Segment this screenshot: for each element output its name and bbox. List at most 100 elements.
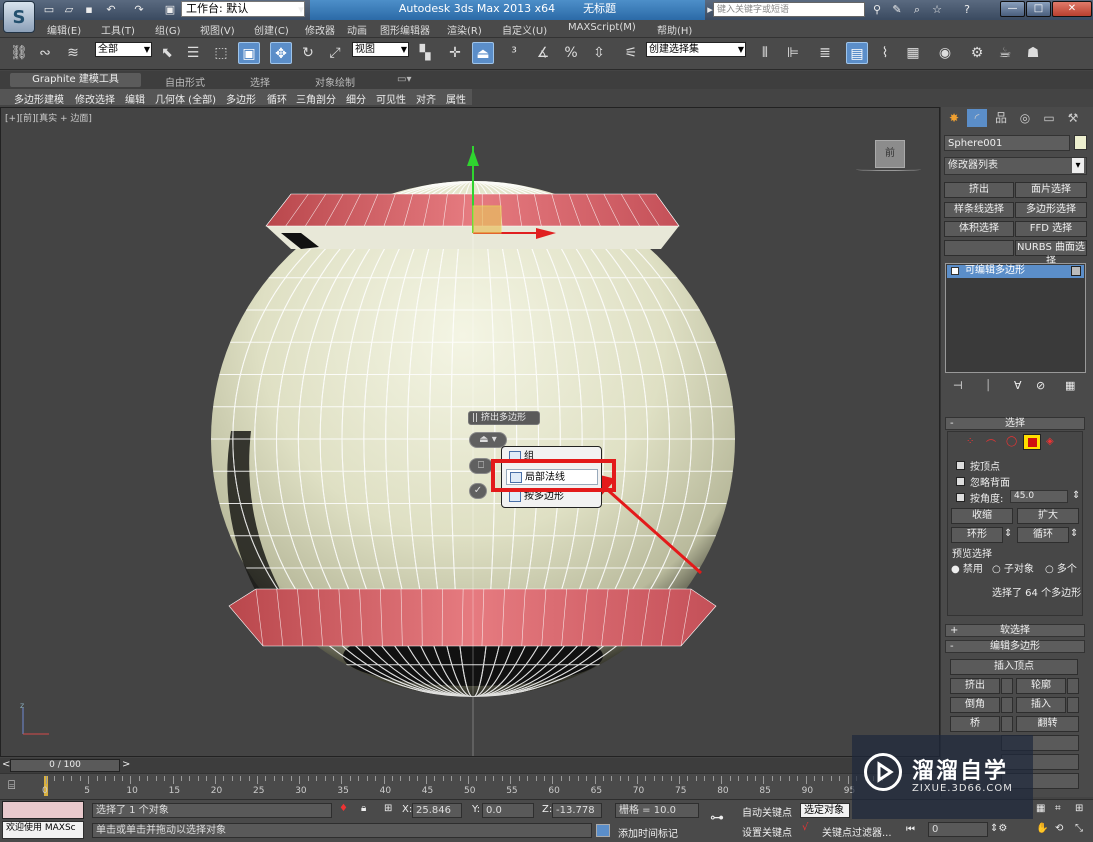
panel-polygon-modeling[interactable]: 多边形建模	[14, 91, 64, 106]
unlink-icon[interactable]: ∾	[34, 42, 56, 64]
grow-button[interactable]: 扩大	[1017, 508, 1079, 524]
extrude-settings-button[interactable]	[1001, 678, 1013, 694]
key-filters-button[interactable]: 关键点过滤器...	[822, 824, 892, 839]
time-slider[interactable]: < 0 / 100 >	[0, 758, 940, 773]
remove-modifier-icon[interactable]: ⊘	[1036, 379, 1045, 392]
rollout-edit-polygons[interactable]: - 编辑多边形	[945, 640, 1085, 653]
help-icon[interactable]: ?	[960, 3, 974, 17]
bind-spacewarp-icon[interactable]: ≋	[62, 42, 84, 64]
menu-modifiers[interactable]: 修改器	[305, 22, 335, 37]
select-object-icon[interactable]: ⬉	[156, 42, 178, 64]
insert-vertex-button[interactable]: 插入顶点	[950, 659, 1078, 675]
object-name-field[interactable]: Sphere001	[944, 135, 1070, 151]
shrink-button[interactable]: 收缩	[951, 508, 1013, 524]
pin-stack-icon[interactable]: ⊣	[953, 379, 963, 392]
workspace-select[interactable]: 工作台: 默认	[181, 1, 305, 17]
time-slider-knob[interactable]: 0 / 100	[10, 759, 120, 772]
tab-graphite-modeling[interactable]: Graphite 建模工具	[10, 73, 141, 87]
stack-item-editable-poly[interactable]: 可编辑多边形	[947, 265, 1084, 278]
maxscript-listener-pink[interactable]	[2, 801, 84, 819]
z-coordinate-field[interactable]: -13.778	[552, 803, 602, 818]
redo-icon[interactable]: ↷	[132, 3, 146, 17]
spline-select-button[interactable]: 样条线选择	[944, 202, 1014, 218]
poly-select-button[interactable]: 多边形选择	[1015, 202, 1087, 218]
rollout-selection[interactable]: - 选择	[945, 417, 1085, 430]
menu-customize[interactable]: 自定义(U)	[502, 22, 547, 37]
outline-button[interactable]: 轮廓	[1016, 678, 1066, 694]
loop-spinner[interactable]: ⇕	[1070, 528, 1078, 539]
viewport-front[interactable]: [+][前][真实 + 边面] 前 z	[0, 107, 940, 757]
vertex-mode-icon[interactable]: ⁘	[966, 436, 974, 447]
auto-key-button[interactable]: 自动关键点	[742, 804, 792, 819]
curve-editor-icon[interactable]: ⌇	[874, 42, 896, 64]
current-frame-field[interactable]: 0	[928, 822, 988, 837]
help-search-icon[interactable]: ⌕	[910, 3, 924, 17]
make-unique-icon[interactable]: ∀	[1014, 379, 1022, 392]
selection-filter-select[interactable]: 全部 ▼	[95, 42, 152, 57]
rollout-soft-selection[interactable]: + 软选择	[945, 624, 1085, 637]
show-end-result-icon[interactable]: ⏐	[985, 379, 991, 393]
flip-button[interactable]: 翻转	[1016, 716, 1079, 732]
panel-tris[interactable]: 三角剖分	[296, 91, 336, 106]
zoom-all-icon[interactable]: ⌗	[1055, 803, 1061, 814]
pan-view-icon[interactable]: ✋	[1036, 823, 1048, 834]
panel-properties[interactable]: 属性	[446, 91, 466, 106]
outline-settings-button[interactable]	[1067, 678, 1079, 694]
binoculars-icon[interactable]: ⚲	[870, 3, 884, 17]
angle-spinner[interactable]: ⇕	[1072, 490, 1080, 501]
modify-tab-icon[interactable]: ◜	[967, 109, 987, 127]
utilities-tab-icon[interactable]: ⚒	[1063, 109, 1083, 127]
render-setup-icon[interactable]: ⚙	[966, 42, 988, 64]
menu-views[interactable]: 视图(V)	[200, 22, 235, 37]
ignore-backfacing-checkbox[interactable]	[956, 477, 965, 486]
mirror-icon[interactable]: ⫴	[754, 42, 776, 64]
snaps-toggle-icon[interactable]: ³	[503, 42, 525, 64]
viewcube[interactable]: 前	[875, 140, 905, 168]
edit-named-selection-icon[interactable]: ⚟	[620, 42, 642, 64]
extrude-modifier-button[interactable]: 挤出	[944, 182, 1014, 198]
preview-multi-radio[interactable]: ○ 多个	[1045, 560, 1077, 575]
app-logo-icon[interactable]: S	[3, 1, 35, 33]
window-crossing-icon[interactable]: ▣	[238, 42, 260, 64]
set-key-button[interactable]: 设置关键点	[742, 824, 792, 839]
panel-subdivision[interactable]: 细分	[346, 91, 366, 106]
named-selection-select[interactable]: 创建选择集 ▼	[646, 42, 746, 57]
time-next-icon[interactable]: >	[122, 759, 130, 770]
element-mode-icon[interactable]: ◈	[1046, 436, 1054, 447]
panel-loops[interactable]: 循环	[267, 91, 287, 106]
render-production-icon[interactable]: ☗	[1022, 42, 1044, 64]
bridge-button[interactable]: 桥	[950, 716, 1000, 732]
bevel-settings-button[interactable]	[1001, 697, 1013, 713]
y-coordinate-field[interactable]: 0.0	[482, 803, 534, 818]
stack-expand-icon[interactable]	[951, 267, 959, 275]
inset-button[interactable]: 插入	[1016, 697, 1066, 713]
menu-help[interactable]: 帮助(H)	[657, 22, 692, 37]
border-mode-icon[interactable]: ◯	[1006, 436, 1017, 447]
select-by-name-icon[interactable]: ☰	[182, 42, 204, 64]
material-editor-icon[interactable]: ◉	[934, 42, 956, 64]
configure-sets-icon[interactable]: ▦	[1065, 379, 1075, 392]
menu-edit[interactable]: 编辑(E)	[47, 22, 81, 37]
maxscript-mini-listener[interactable]: 欢迎使用 MAXSc	[2, 821, 84, 839]
move-icon[interactable]: ✥	[270, 42, 292, 64]
isolate-icon[interactable]: ♦	[339, 803, 348, 814]
modifier-list-select[interactable]: 修改器列表 ▾	[944, 157, 1087, 175]
set-key-icon[interactable]: ⊶	[710, 810, 724, 826]
tab-freeform[interactable]: 自由形式	[165, 74, 205, 89]
graphite-toggle-icon[interactable]: ▤	[846, 42, 868, 64]
volume-select-button[interactable]: 体积选择	[944, 221, 1014, 237]
menu-maxscript[interactable]: MAXScript(M)	[568, 22, 636, 33]
layer-manager-icon[interactable]: ≣	[814, 42, 836, 64]
bridge-settings-button[interactable]	[1001, 716, 1013, 732]
time-tag-icon[interactable]	[596, 824, 610, 837]
spinner-snap-icon[interactable]: ⇳	[588, 42, 610, 64]
angle-snap-icon[interactable]: ∡	[532, 42, 554, 64]
absolute-mode-icon[interactable]: ⊞	[384, 803, 392, 814]
add-time-tag[interactable]: 添加时间标记	[618, 825, 678, 840]
communication-icon[interactable]: ✎	[890, 3, 904, 17]
tab-selection[interactable]: 选择	[250, 74, 270, 89]
search-input[interactable]: 键入关键字或短语	[713, 2, 865, 17]
project-folder-icon[interactable]: ▣	[163, 3, 177, 17]
percent-snap-icon[interactable]: %	[560, 42, 582, 64]
align-icon[interactable]: ⊫	[782, 42, 804, 64]
